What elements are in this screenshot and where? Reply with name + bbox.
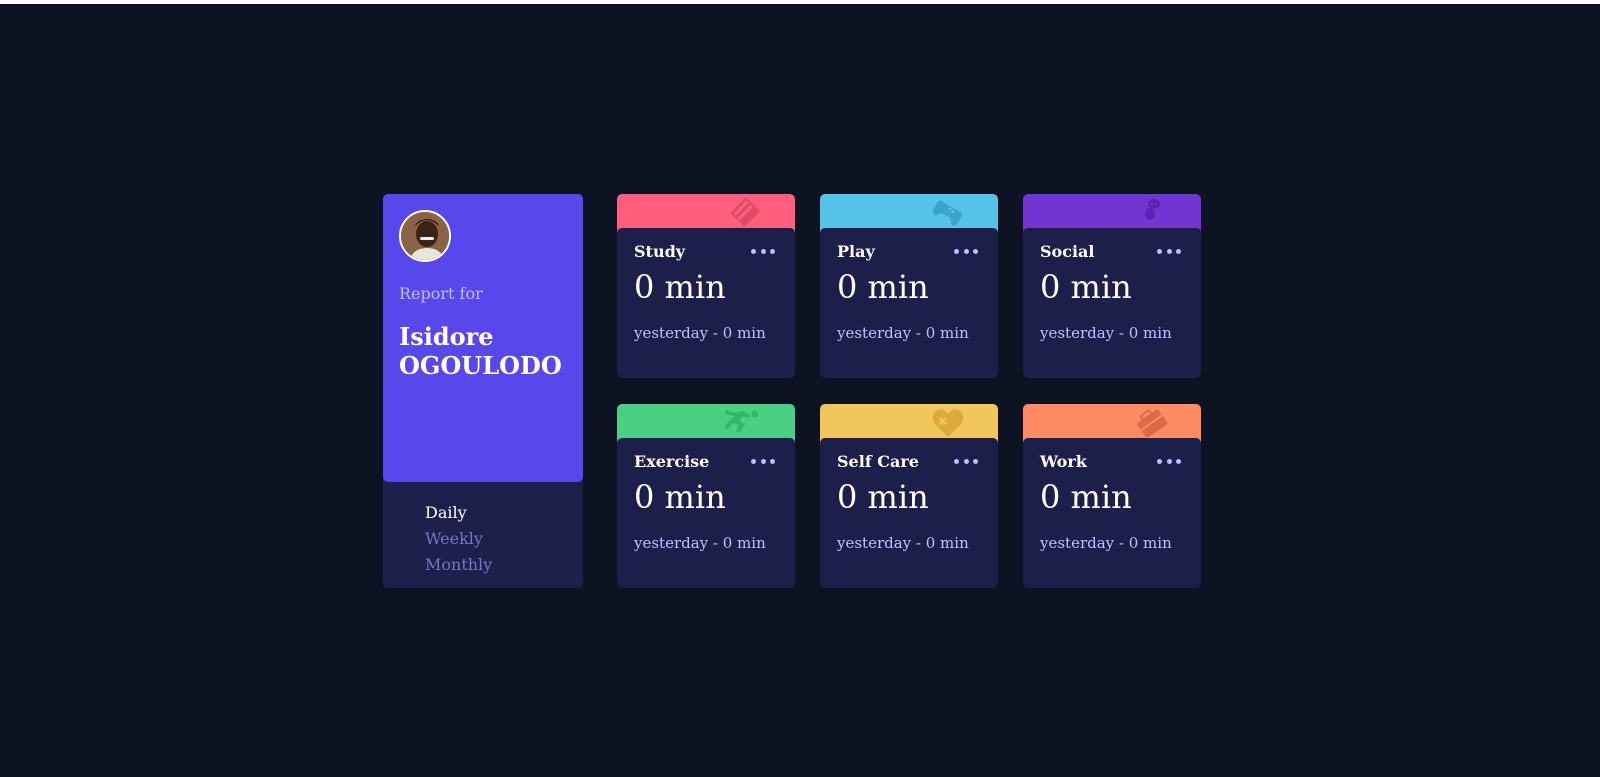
card-body[interactable]: Self Care 0 min yesterday - 0 min: [820, 438, 998, 588]
profile-card: Report for Isidore OGOULODO Daily Weekly…: [383, 194, 583, 588]
user-name: Isidore OGOULODO: [399, 322, 562, 380]
runner-icon: [724, 410, 759, 433]
top-border: [0, 0, 1600, 4]
chat-bubbles-icon: [1145, 199, 1160, 220]
card-body[interactable]: Social 0 min yesterday - 0 min: [1023, 228, 1201, 378]
period-daily[interactable]: Daily: [425, 500, 492, 526]
activity-card-social: Social 0 min yesterday - 0 min: [1023, 194, 1201, 378]
ellipsis-icon[interactable]: [954, 456, 978, 466]
previous-time: yesterday - 0 min: [1040, 324, 1172, 342]
report-for-label: Report for: [399, 284, 483, 303]
ellipsis-icon[interactable]: [954, 246, 978, 256]
activity-card-work: Work 0 min yesterday - 0 min: [1023, 404, 1201, 588]
activity-title: Study: [634, 242, 686, 261]
ellipsis-icon[interactable]: [751, 456, 775, 466]
previous-time: yesterday - 0 min: [634, 534, 766, 552]
current-time: 0 min: [1040, 268, 1132, 306]
avatar: [399, 210, 451, 262]
period-weekly[interactable]: Weekly: [425, 526, 492, 552]
card-body[interactable]: Play 0 min yesterday - 0 min: [820, 228, 998, 378]
previous-time: yesterday - 0 min: [634, 324, 766, 342]
activity-title: Work: [1040, 452, 1087, 471]
current-time: 0 min: [1040, 478, 1132, 516]
card-body[interactable]: Exercise 0 min yesterday - 0 min: [617, 438, 795, 588]
card-body[interactable]: Study 0 min yesterday - 0 min: [617, 228, 795, 378]
current-time: 0 min: [837, 268, 929, 306]
activity-card-study: Study 0 min yesterday - 0 min: [617, 194, 795, 378]
current-time: 0 min: [837, 478, 929, 516]
gamepad-icon: [932, 200, 963, 226]
period-selector: Daily Weekly Monthly: [425, 500, 492, 578]
ellipsis-icon[interactable]: [1157, 456, 1181, 466]
previous-time: yesterday - 0 min: [1040, 534, 1172, 552]
activity-card-exercise: Exercise 0 min yesterday - 0 min: [617, 404, 795, 588]
heart-icon: [932, 409, 964, 437]
current-time: 0 min: [634, 478, 726, 516]
activity-card-play: Play 0 min yesterday - 0 min: [820, 194, 998, 378]
book-icon: [730, 197, 760, 227]
ellipsis-icon[interactable]: [751, 246, 775, 256]
activity-title: Social: [1040, 242, 1095, 261]
activity-title: Play: [837, 242, 875, 261]
card-body[interactable]: Work 0 min yesterday - 0 min: [1023, 438, 1201, 588]
activity-title: Self Care: [837, 452, 919, 471]
ellipsis-icon[interactable]: [1157, 246, 1181, 256]
time-tracking-dashboard: Report for Isidore OGOULODO Daily Weekly…: [383, 194, 1201, 588]
activity-title: Exercise: [634, 452, 710, 471]
previous-time: yesterday - 0 min: [837, 324, 969, 342]
period-monthly[interactable]: Monthly: [425, 552, 492, 578]
briefcase-icon: [1137, 409, 1168, 438]
profile-header: Report for Isidore OGOULODO: [383, 194, 583, 482]
previous-time: yesterday - 0 min: [837, 534, 969, 552]
activity-card-self-care: Self Care 0 min yesterday - 0 min: [820, 404, 998, 588]
current-time: 0 min: [634, 268, 726, 306]
